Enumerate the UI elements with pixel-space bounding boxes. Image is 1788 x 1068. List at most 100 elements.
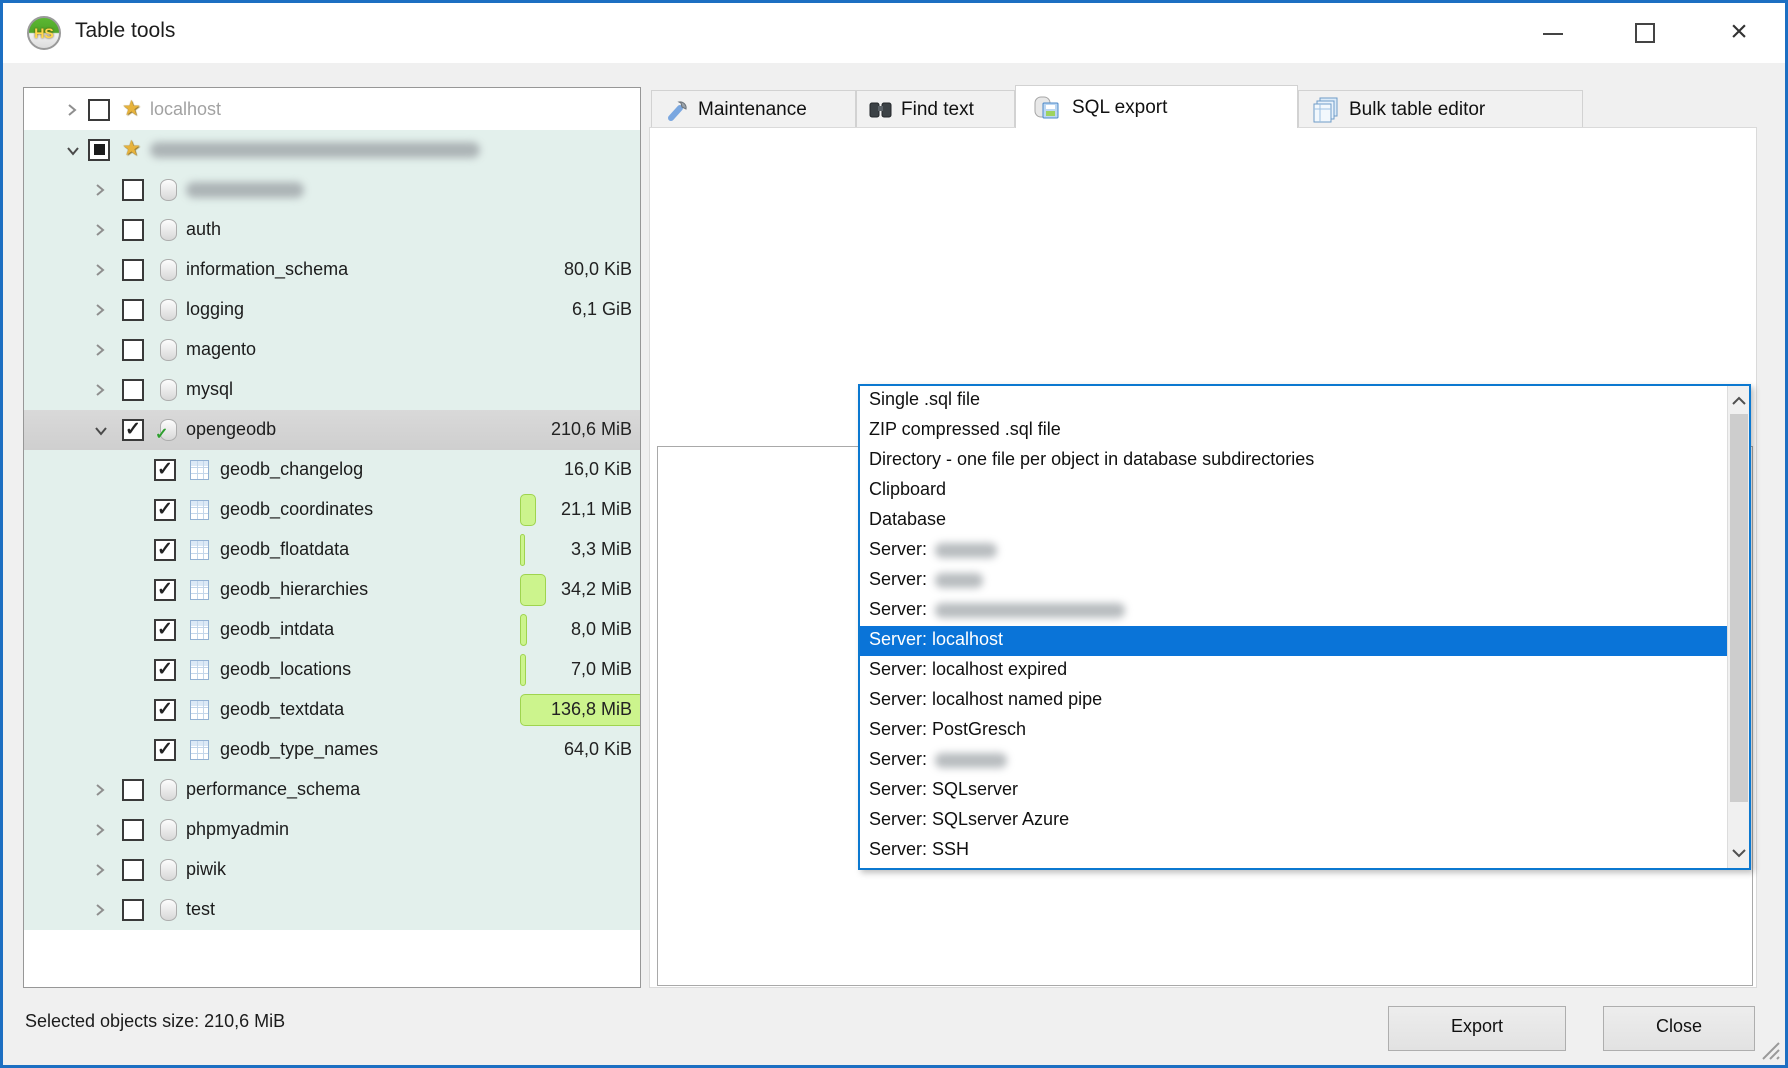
tree-checkbox-unchecked[interactable] xyxy=(122,779,144,801)
tree-checkbox-unchecked[interactable] xyxy=(122,819,144,841)
tree-row-test[interactable]: test xyxy=(24,890,640,930)
tree-row-auth[interactable]: auth xyxy=(24,210,640,250)
dropdown-option[interactable]: Server: localhost named pipe xyxy=(860,686,1727,716)
tree-checkbox-unchecked[interactable] xyxy=(88,99,110,121)
bulk-editor-icon xyxy=(1313,97,1341,123)
tree-row-geodb_hierarchies[interactable]: ✓geodb_hierarchies34,2 MiB xyxy=(24,570,640,610)
tree-row-geodb_floatdata[interactable]: ✓geodb_floatdata3,3 MiB xyxy=(24,530,640,570)
tree-row-mysql[interactable]: mysql xyxy=(24,370,640,410)
expander-collapsed-icon[interactable] xyxy=(94,783,106,797)
tree-checkbox-unchecked[interactable] xyxy=(122,259,144,281)
output-dropdown-list[interactable]: Single .sql fileZIP compressed .sql file… xyxy=(858,384,1751,870)
tree-checkbox-checked[interactable]: ✓ xyxy=(154,499,176,521)
table-icon xyxy=(190,660,209,680)
tree-row-logging[interactable]: logging6,1 GiB xyxy=(24,290,640,330)
resize-grip[interactable] xyxy=(1757,1037,1781,1061)
tree-checkbox-unchecked[interactable] xyxy=(122,299,144,321)
tree-checkbox-checked[interactable]: ✓ xyxy=(154,699,176,721)
dropdown-option[interactable]: ZIP compressed .sql file xyxy=(860,416,1727,446)
dropdown-option[interactable]: Server: SQLserver xyxy=(860,776,1727,806)
tree-row-geodb_locations[interactable]: ✓geodb_locations7,0 MiB xyxy=(24,650,640,690)
tree-checkbox-checked[interactable]: ✓ xyxy=(154,579,176,601)
expander-collapsed-icon[interactable] xyxy=(94,863,106,877)
tree-checkbox-unchecked[interactable] xyxy=(122,899,144,921)
expander-collapsed-icon[interactable] xyxy=(94,223,106,237)
tab-bulk-table-editor[interactable]: Bulk table editor xyxy=(1298,90,1583,127)
tree-checkbox-unchecked[interactable] xyxy=(122,859,144,881)
tree-row[interactable]: ★ xyxy=(24,130,640,170)
tree-row-geodb_textdata[interactable]: ✓geodb_textdata136,8 MiB xyxy=(24,690,640,730)
server-icon: ★ xyxy=(122,96,141,121)
dropdown-option-selected[interactable]: Server: localhost xyxy=(860,626,1727,656)
tree-item-label: magento xyxy=(186,339,256,360)
tree-item-size: 7,0 MiB xyxy=(512,659,632,680)
tab-sql-export[interactable]: SQL export xyxy=(1015,85,1298,128)
dropdown-option[interactable]: Single .sql file xyxy=(860,386,1727,416)
expander-collapsed-icon[interactable] xyxy=(66,103,78,117)
tree-row-geodb_intdata[interactable]: ✓geodb_intdata8,0 MiB xyxy=(24,610,640,650)
dropdown-option[interactable]: Clipboard xyxy=(860,476,1727,506)
tree-row-localhost[interactable]: ★localhost xyxy=(24,90,640,130)
redacted-label xyxy=(186,182,304,198)
expander-expanded-icon[interactable] xyxy=(66,145,80,157)
heidisql-app-icon: HS xyxy=(27,16,61,50)
expander-collapsed-icon[interactable] xyxy=(94,383,106,397)
dropdown-option[interactable]: Server: localhost expired xyxy=(860,656,1727,686)
tree-row-piwik[interactable]: piwik xyxy=(24,850,640,890)
dropdown-option[interactable]: Server: xyxy=(860,746,1727,776)
dropdown-option[interactable]: Server: PostGresch xyxy=(860,716,1727,746)
tree-checkbox-checked[interactable]: ✓ xyxy=(154,739,176,761)
tree-row-phpmyadmin[interactable]: phpmyadmin xyxy=(24,810,640,850)
tree-row-geodb_coordinates[interactable]: ✓geodb_coordinates21,1 MiB xyxy=(24,490,640,530)
scrollbar-thumb[interactable] xyxy=(1730,414,1748,802)
database-tree[interactable]: ★localhost★ authinformation_schema80,0 Ki… xyxy=(23,87,641,988)
maximize-button[interactable] xyxy=(1607,3,1683,63)
scroll-down-icon[interactable] xyxy=(1728,840,1750,866)
tree-checkbox-checked[interactable]: ✓ xyxy=(122,419,144,441)
scroll-up-icon[interactable] xyxy=(1728,388,1750,414)
tree-item-size: 8,0 MiB xyxy=(512,619,632,640)
tree-row-information_schema[interactable]: information_schema80,0 KiB xyxy=(24,250,640,290)
tree-checkbox-partial[interactable] xyxy=(88,139,110,161)
dropdown-option[interactable]: Server: xyxy=(860,566,1727,596)
tree-checkbox-checked[interactable]: ✓ xyxy=(154,619,176,641)
expander-collapsed-icon[interactable] xyxy=(94,183,106,197)
expander-expanded-icon[interactable] xyxy=(94,425,108,437)
expander-collapsed-icon[interactable] xyxy=(94,343,106,357)
expander-collapsed-icon[interactable] xyxy=(94,263,106,277)
dropdown-option[interactable]: Server: xyxy=(860,536,1727,566)
dropdown-option[interactable]: Server: xyxy=(860,596,1727,626)
export-button[interactable]: Export xyxy=(1388,1006,1566,1051)
tree-row-performance_schema[interactable]: performance_schema xyxy=(24,770,640,810)
tree-item-size: 136,8 MiB xyxy=(512,699,632,720)
close-button[interactable]: Close xyxy=(1603,1006,1755,1051)
close-window-button[interactable]: × xyxy=(1701,3,1777,63)
tree-row-geodb_changelog[interactable]: ✓geodb_changelog16,0 KiB xyxy=(24,450,640,490)
expander-collapsed-icon[interactable] xyxy=(94,903,106,917)
dropdown-option[interactable]: Server: SQLserver Azure xyxy=(860,806,1727,836)
dropdown-option[interactable]: Server: SSH xyxy=(860,836,1727,866)
dropdown-option[interactable]: Directory - one file per object in datab… xyxy=(860,446,1727,476)
expander-collapsed-icon[interactable] xyxy=(94,303,106,317)
tab-find-text[interactable]: Find text xyxy=(856,90,1015,127)
tree-checkbox-checked[interactable]: ✓ xyxy=(154,659,176,681)
tree-checkbox-unchecked[interactable] xyxy=(122,379,144,401)
tree-item-label: geodb_coordinates xyxy=(220,499,373,520)
tree-checkbox-unchecked[interactable] xyxy=(122,339,144,361)
expander-collapsed-icon[interactable] xyxy=(94,823,106,837)
dropdown-option[interactable]: Database xyxy=(860,506,1727,536)
tab-maintenance[interactable]: Maintenance xyxy=(651,90,856,127)
tree-row-magento[interactable]: magento xyxy=(24,330,640,370)
minimize-button[interactable] xyxy=(1515,3,1591,63)
tree-checkbox-checked[interactable]: ✓ xyxy=(154,539,176,561)
tree-row-geodb_type_names[interactable]: ✓geodb_type_names64,0 KiB xyxy=(24,730,640,770)
check-icon: ✓ xyxy=(157,579,173,600)
tree-checkbox-unchecked[interactable] xyxy=(122,219,144,241)
tree-checkbox-unchecked[interactable] xyxy=(122,179,144,201)
tree-item-size: 6,1 GiB xyxy=(512,299,632,320)
tree-row-opengeodb[interactable]: ✓✓opengeodb210,6 MiB xyxy=(24,410,640,450)
tree-checkbox-checked[interactable]: ✓ xyxy=(154,459,176,481)
redacted-label xyxy=(935,573,983,588)
dropdown-scrollbar[interactable] xyxy=(1727,386,1749,868)
tree-row[interactable] xyxy=(24,170,640,210)
